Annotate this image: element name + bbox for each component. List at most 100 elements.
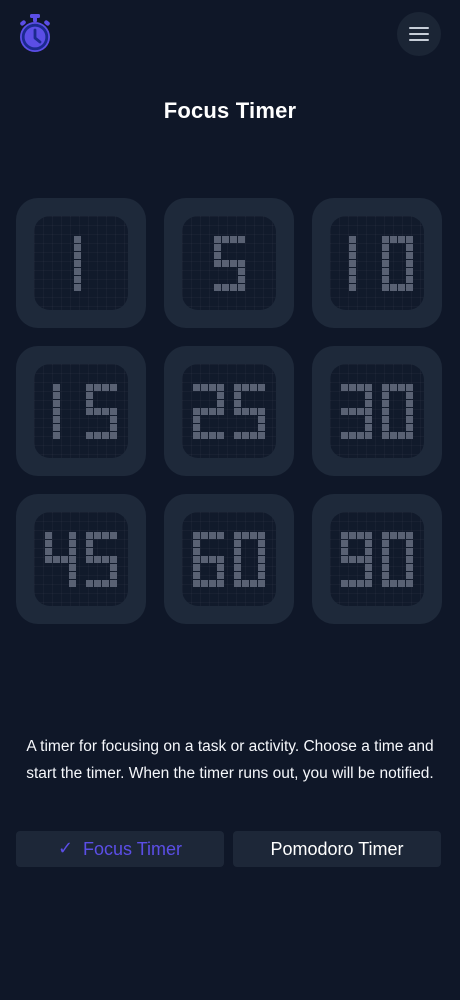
app-shell: Focus Timer 1 5 10 15: [0, 0, 460, 1000]
digit-pixel-15-0-5-1: [53, 423, 60, 431]
digit-pixel-10-1-6-1: [390, 283, 397, 291]
digit-pixel-15-1-1-0: [86, 391, 93, 399]
digit-pixel-5-0-5-3: [237, 275, 245, 283]
digit-pixel-60-0-6-2: [209, 579, 216, 587]
digit-pixel-60-0-6-3: [217, 579, 224, 587]
timer-card-45[interactable]: 45: [16, 494, 146, 624]
digit-pixel-15-1-3-2: [102, 407, 109, 415]
digit-pixel-90-0-3-0: [341, 555, 348, 563]
digit-pixel-30-0-6-2: [357, 431, 364, 439]
digit-pixel-5-0-3-1: [221, 259, 229, 267]
digit-pixel-60-1-1-0: [234, 539, 241, 547]
digit-pixel-45-0-3-2: [61, 555, 68, 563]
digit-pixel-5-0-1-0: [213, 243, 221, 251]
digit-pixel-30-1-2-3: [406, 399, 413, 407]
timer-card-90[interactable]: 90: [312, 494, 442, 624]
digit-pixel-30-1-6-3: [406, 431, 413, 439]
digit-pixel-90-1-6-1: [390, 579, 397, 587]
focus-timer-label: Focus Timer: [83, 838, 183, 859]
digit-pixel-25-0-3-0: [193, 407, 200, 415]
pomodoro-timer-button[interactable]: Pomodoro Timer: [233, 831, 441, 867]
digit-pixel-25-0-0-2: [209, 383, 216, 391]
digit-pixel-1-0-5-1: [73, 275, 81, 283]
digit-pixel-25-1-4-3: [258, 415, 265, 423]
stopwatch-icon[interactable]: [18, 14, 52, 54]
digit-pixel-60-0-6-0: [193, 579, 200, 587]
digit-pixel-30-1-3-3: [406, 407, 413, 415]
timer-card-15[interactable]: 15: [16, 346, 146, 476]
digit-pixel-25-0-5-0: [193, 423, 200, 431]
digit-pixel-10-0-2-1: [349, 251, 356, 259]
digit-pixel-45-1-2-0: [86, 547, 93, 555]
digit-pixel-45-0-4-3: [69, 563, 76, 571]
digit-pixel-15-1-5-3: [110, 423, 117, 431]
digit-pixel-90-0-6-0: [341, 579, 348, 587]
digit-pixel-60-1-0-2: [250, 531, 257, 539]
digit-pixel-45-0-2-3: [69, 547, 76, 555]
digit-pixel-25-0-2-3: [217, 399, 224, 407]
digit-pixel-1-0-6-1: [73, 283, 81, 291]
digit-pixel-15-1-6-2: [102, 431, 109, 439]
digit-pixel-60-0-0-3: [217, 531, 224, 539]
digit-pixel-15-1-0-3: [110, 383, 117, 391]
timer-card-1[interactable]: 1: [16, 198, 146, 328]
digit-pixel-90-1-0-2: [398, 531, 405, 539]
digit-pixel-10-1-0-2: [398, 235, 405, 243]
digit-pixel-90-0-3-1: [349, 555, 356, 563]
digit-pixel-30-1-3-0: [382, 407, 389, 415]
digit-pixel-25-0-3-3: [217, 407, 224, 415]
check-icon: ✓: [57, 838, 74, 858]
digit-pixel-90-1-0-0: [382, 531, 389, 539]
digit-pixel-5-0-0-3: [237, 235, 245, 243]
digit-pixel-30-1-0-1: [390, 383, 397, 391]
digit-pixel-30-1-1-3: [406, 391, 413, 399]
digit-pixel-15-1-3-3: [110, 407, 117, 415]
digit-pixel-30-1-5-0: [382, 423, 389, 431]
digit-pixel-30-1-6-2: [398, 431, 405, 439]
digit-pixel-10-1-3-3: [406, 259, 413, 267]
focus-timer-button[interactable]: ✓ Focus Timer: [16, 831, 224, 867]
digit-pixel-60-1-6-3: [258, 579, 265, 587]
digit-pixel-45-1-0-2: [102, 531, 109, 539]
timer-digits-25: [193, 383, 265, 439]
timer-card-30[interactable]: 30: [312, 346, 442, 476]
digit-pixel-30-1-1-0: [382, 391, 389, 399]
digit-pixel-60-0-5-3: [217, 571, 224, 579]
digit-pixel-10-1-4-3: [406, 267, 413, 275]
digit-pixel-5-0-4-3: [237, 267, 245, 275]
digit-pixel-30-1-6-1: [390, 431, 397, 439]
digit-pixel-45-1-5-3: [110, 571, 117, 579]
digit-pixel-30-0-1-3: [365, 391, 372, 399]
digit-pixel-25-1-6-2: [250, 431, 257, 439]
digit-pixel-5-0-6-1: [221, 283, 229, 291]
digit-pixel-60-0-2-0: [193, 547, 200, 555]
timer-card-10[interactable]: 10: [312, 198, 442, 328]
timer-card-25[interactable]: 25: [164, 346, 294, 476]
digit-pixel-10-0-4-1: [349, 267, 356, 275]
digit-pixel-90-0-3-3: [365, 555, 372, 563]
timer-face-5: 5: [182, 216, 276, 310]
timer-digits-10: [349, 235, 413, 291]
digit-pixel-45-1-3-2: [102, 555, 109, 563]
digit-pixel-25-1-6-1: [242, 431, 249, 439]
digit-pixel-90-1-0-3: [406, 531, 413, 539]
timer-card-60[interactable]: 60: [164, 494, 294, 624]
timer-card-5[interactable]: 5: [164, 198, 294, 328]
timer-face-1: 1: [34, 216, 128, 310]
digit-pixel-15-1-0-1: [94, 383, 101, 391]
digit-pixel-25-0-4-0: [193, 415, 200, 423]
digit-pixel-90-0-6-1: [349, 579, 356, 587]
digit-pixel-25-0-0-3: [217, 383, 224, 391]
digit-pixel-30-0-3-3: [365, 407, 372, 415]
digit-pixel-15-0-3-1: [53, 407, 60, 415]
digit-pixel-30-0-3-1: [349, 407, 356, 415]
digit-pixel-25-0-1-3: [217, 391, 224, 399]
digit-pixel-45-0-2-0: [45, 547, 52, 555]
digit-pixel-25-1-0-1: [242, 383, 249, 391]
digit-pixel-45-0-5-3: [69, 571, 76, 579]
digit-pixel-60-0-0-1: [201, 531, 208, 539]
digit-pixel-10-0-6-1: [349, 283, 356, 291]
menu-button[interactable]: [397, 12, 441, 56]
digit-pixel-30-0-5-3: [365, 423, 372, 431]
digit-pixel-10-1-6-3: [406, 283, 413, 291]
